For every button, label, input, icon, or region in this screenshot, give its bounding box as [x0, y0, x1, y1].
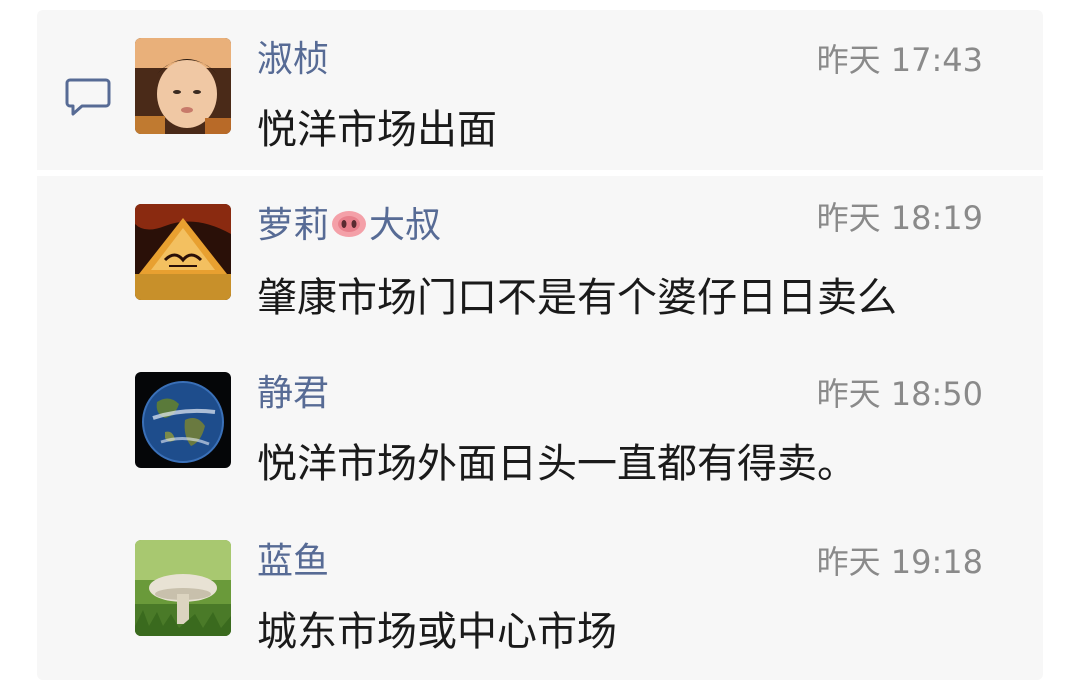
- avatar[interactable]: [135, 540, 231, 636]
- pig-nose-emoji-icon: [331, 205, 367, 249]
- avatar[interactable]: [135, 204, 231, 300]
- comment-text: 悦洋市场外面日头一直都有得卖。: [257, 441, 857, 487]
- comment-text: 悦洋市场出面: [257, 107, 497, 153]
- comment-text: 城东市场或中心市场: [257, 609, 617, 655]
- comment-time: 昨天 19:18: [816, 543, 983, 581]
- commenter-name-suffix: 大叔: [369, 205, 442, 246]
- comment-item[interactable]: 萝莉 大叔 昨天 18:19 肇康市场门口不是有个婆仔日日卖么: [37, 176, 1043, 342]
- comment-text: 肇康市场门口不是有个婆仔日日卖么: [257, 275, 897, 321]
- commenter-name[interactable]: 蓝鱼: [257, 540, 329, 584]
- avatar[interactable]: [135, 372, 231, 468]
- comment-item[interactable]: 淑桢 昨天 17:43 悦洋市场出面: [37, 10, 1043, 176]
- commenter-name-prefix: 萝莉: [257, 205, 330, 246]
- comment-item[interactable]: 蓝鱼 昨天 19:18 城东市场或中心市场: [37, 512, 1043, 678]
- commenter-name[interactable]: 萝莉 大叔: [257, 204, 441, 249]
- commenter-name[interactable]: 静君: [257, 372, 329, 416]
- comment-time: 昨天 18:19: [816, 199, 983, 237]
- commenter-name[interactable]: 淑桢: [257, 38, 329, 82]
- comment-time: 昨天 18:50: [816, 375, 983, 413]
- comment-time: 昨天 17:43: [816, 41, 983, 79]
- avatar[interactable]: [135, 38, 231, 134]
- comment-item[interactable]: 静君 昨天 18:50 悦洋市场外面日头一直都有得卖。: [37, 344, 1043, 510]
